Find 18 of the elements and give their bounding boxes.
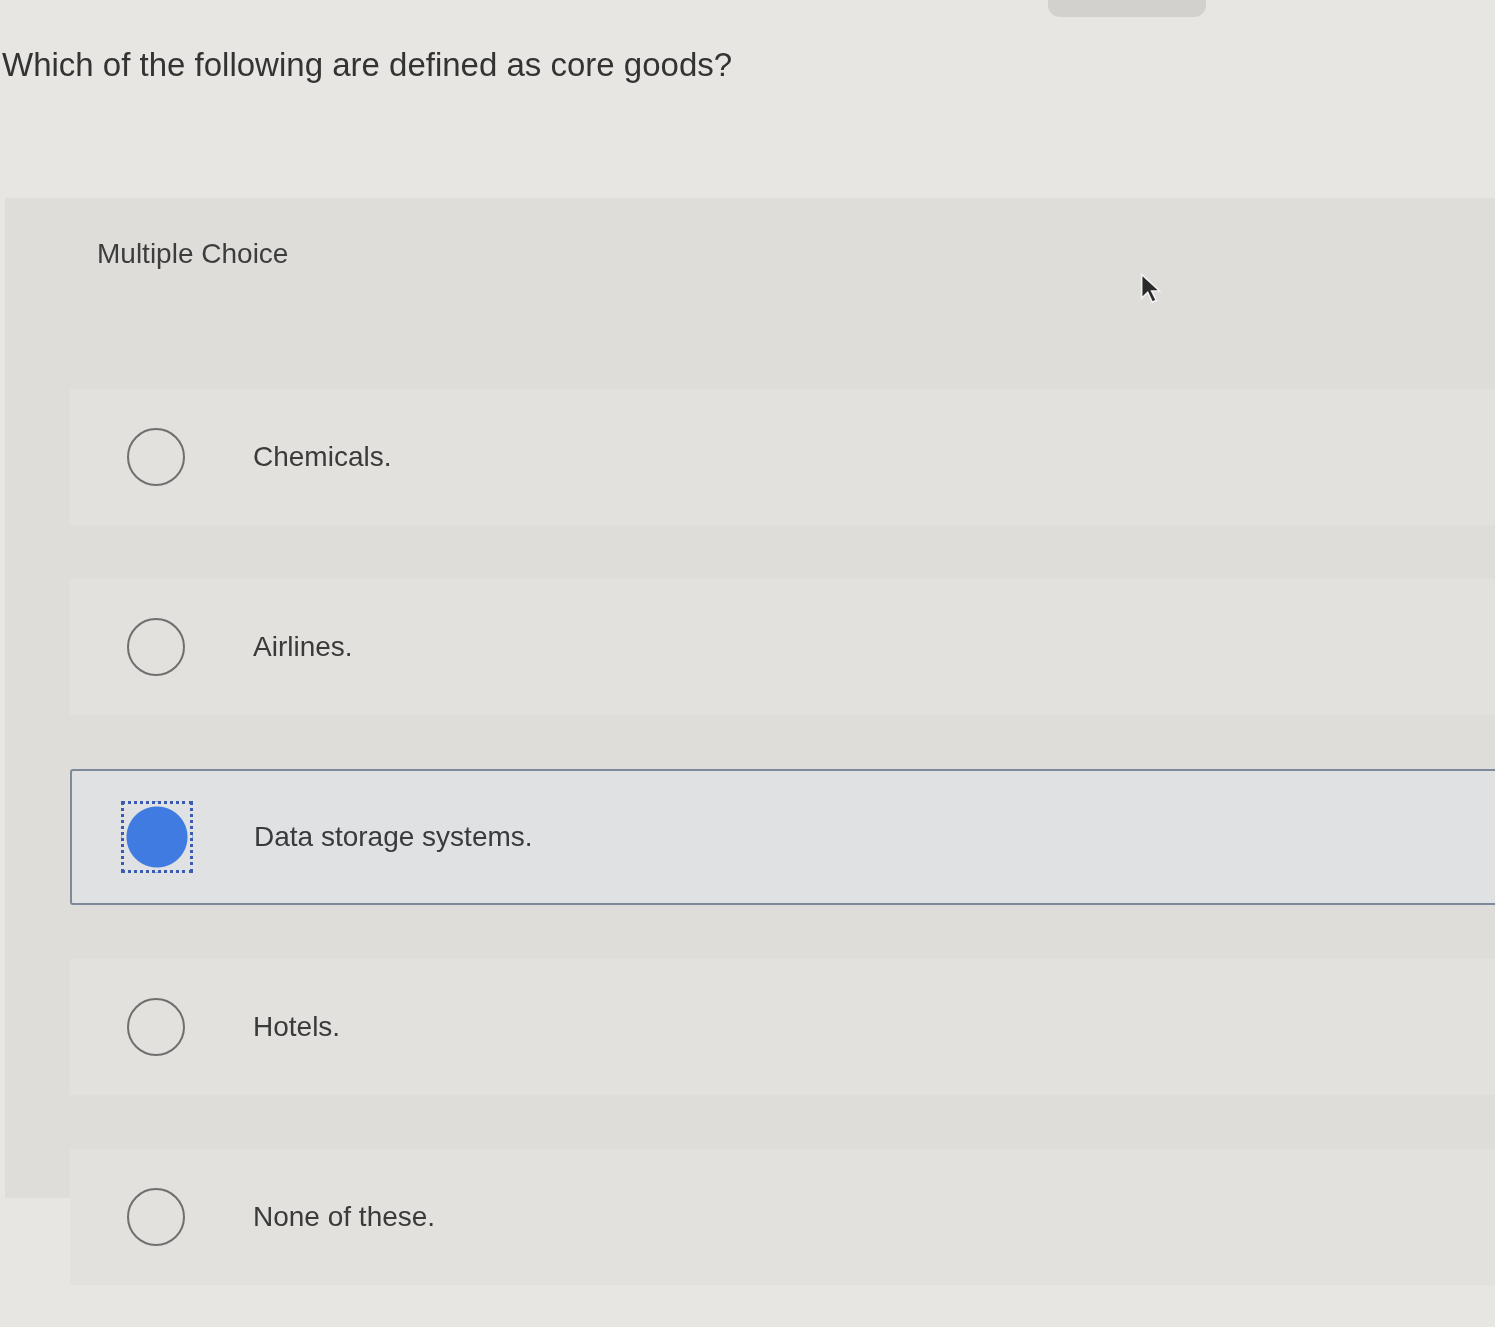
answer-option[interactable]: Hotels. bbox=[70, 959, 1495, 1095]
radio-button[interactable] bbox=[127, 1188, 185, 1246]
radio-button[interactable] bbox=[127, 618, 185, 676]
answer-option[interactable]: Data storage systems. bbox=[70, 769, 1495, 905]
option-label: Chemicals. bbox=[253, 441, 392, 473]
question-text: Which of the following are defined as core goods? bbox=[1, 45, 734, 85]
answer-option[interactable]: None of these. bbox=[70, 1149, 1495, 1285]
cursor-arrow-icon bbox=[1140, 273, 1162, 305]
option-label: Hotels. bbox=[253, 1011, 341, 1043]
answer-option[interactable]: Airlines. bbox=[70, 579, 1495, 715]
option-label: Data storage systems. bbox=[254, 821, 533, 853]
question-type-label: Multiple Choice bbox=[97, 237, 290, 271]
option-label: Airlines. bbox=[253, 631, 353, 663]
option-label: None of these. bbox=[253, 1201, 436, 1233]
radio-button[interactable] bbox=[127, 998, 185, 1056]
radio-button[interactable] bbox=[127, 428, 185, 486]
radio-button[interactable] bbox=[121, 801, 193, 873]
answer-option[interactable]: Chemicals. bbox=[70, 389, 1495, 525]
